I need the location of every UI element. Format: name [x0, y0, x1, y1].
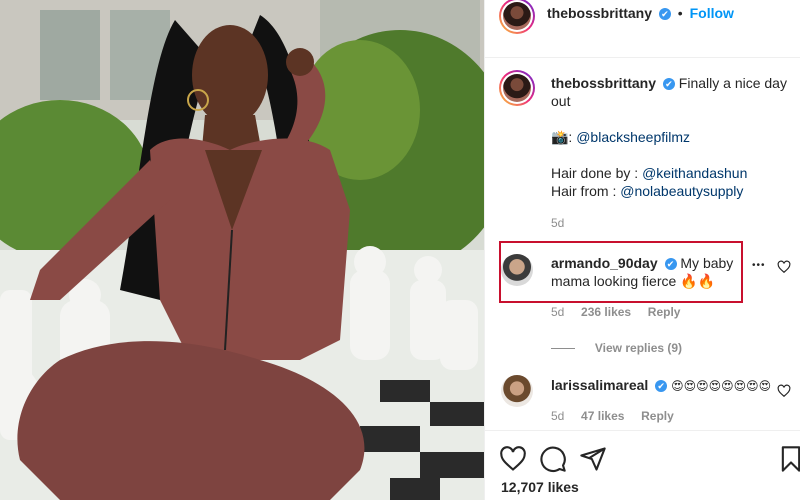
caption-timestamp[interactable]: 5d: [551, 214, 787, 232]
comment-text-line2: mama looking fierce 🔥🔥: [551, 273, 716, 289]
caption-text-line2: out: [551, 93, 571, 109]
hair-supplier-mention-link[interactable]: @nolabeautysupply: [620, 183, 743, 199]
verified-badge-icon: ✔: [658, 8, 671, 21]
comment-reply-button[interactable]: Reply: [648, 305, 681, 319]
commenter-avatar[interactable]: [501, 375, 533, 407]
photographer-mention-link[interactable]: @blacksheepfilmz: [576, 129, 690, 145]
comment-username[interactable]: armando_90day: [551, 255, 658, 271]
caption-username[interactable]: thebossbrittany: [551, 75, 656, 91]
post-caption: thebossbrittany ✔ Finally a nice day out…: [551, 74, 787, 232]
comment-item: armando_90day ✔ My baby mama looking fie…: [551, 254, 741, 290]
comment-like-heart-icon[interactable]: [777, 384, 791, 398]
author-avatar[interactable]: [499, 0, 535, 34]
view-replies-line: [551, 347, 575, 349]
comment-username[interactable]: larissalimareal: [551, 377, 648, 393]
post-likes-count[interactable]: 12,707 likes: [501, 479, 579, 495]
comment-text: 😍😍😍😍😍😍😍😍: [671, 379, 772, 393]
comments-scroll-area[interactable]: thebossbrittany ✔ Finally a nice day out…: [485, 58, 800, 428]
comment-timestamp[interactable]: 5d: [551, 409, 564, 423]
caption-author-avatar[interactable]: [499, 70, 535, 106]
follow-button[interactable]: Follow: [690, 5, 734, 21]
hair-from-label: Hair from :: [551, 183, 621, 199]
share-icon[interactable]: [579, 445, 607, 473]
comment-icon[interactable]: [539, 445, 567, 473]
verified-badge-icon: ✔: [662, 78, 675, 91]
view-replies-label[interactable]: View replies (9): [595, 341, 682, 355]
bookmark-icon[interactable]: [777, 445, 800, 473]
post-header: thebossbrittany ✔ • Follow: [485, 0, 800, 58]
comment-text-line1: My baby: [680, 255, 734, 271]
view-replies-toggle[interactable]: View replies (9): [551, 339, 682, 355]
post-actions-bar: 12,707 likes: [485, 430, 800, 500]
author-username[interactable]: thebossbrittany: [547, 5, 652, 21]
heart-icon[interactable]: [499, 445, 527, 473]
separator-dot: •: [677, 5, 683, 21]
verified-badge-icon: ✔: [655, 380, 668, 393]
comment-item: larissalimareal ✔ 😍😍😍😍😍😍😍😍: [551, 376, 771, 395]
hair-done-label: Hair done by :: [551, 165, 643, 181]
comment-more-icon[interactable]: •••: [752, 260, 766, 271]
comment-meta: 5d 236 likes Reply: [551, 305, 680, 319]
comment-timestamp[interactable]: 5d: [551, 305, 564, 319]
hair-stylist-mention-link[interactable]: @keithandashun: [642, 165, 747, 181]
camera-emoji: 📸:: [551, 129, 573, 145]
post-side-panel: thebossbrittany ✔ • Follow thebossbritta…: [484, 0, 800, 500]
comment-likes-count[interactable]: 47 likes: [581, 409, 624, 423]
comment-meta: 5d 47 likes Reply: [551, 409, 674, 423]
commenter-avatar[interactable]: [501, 254, 533, 286]
comment-reply-button[interactable]: Reply: [641, 409, 674, 423]
post-photo: [0, 0, 484, 500]
comment-likes-count[interactable]: 236 likes: [581, 305, 631, 319]
caption-text-line1: Finally a nice day: [678, 75, 787, 91]
verified-badge-icon: ✔: [664, 258, 677, 271]
comment-like-heart-icon[interactable]: [777, 260, 791, 274]
